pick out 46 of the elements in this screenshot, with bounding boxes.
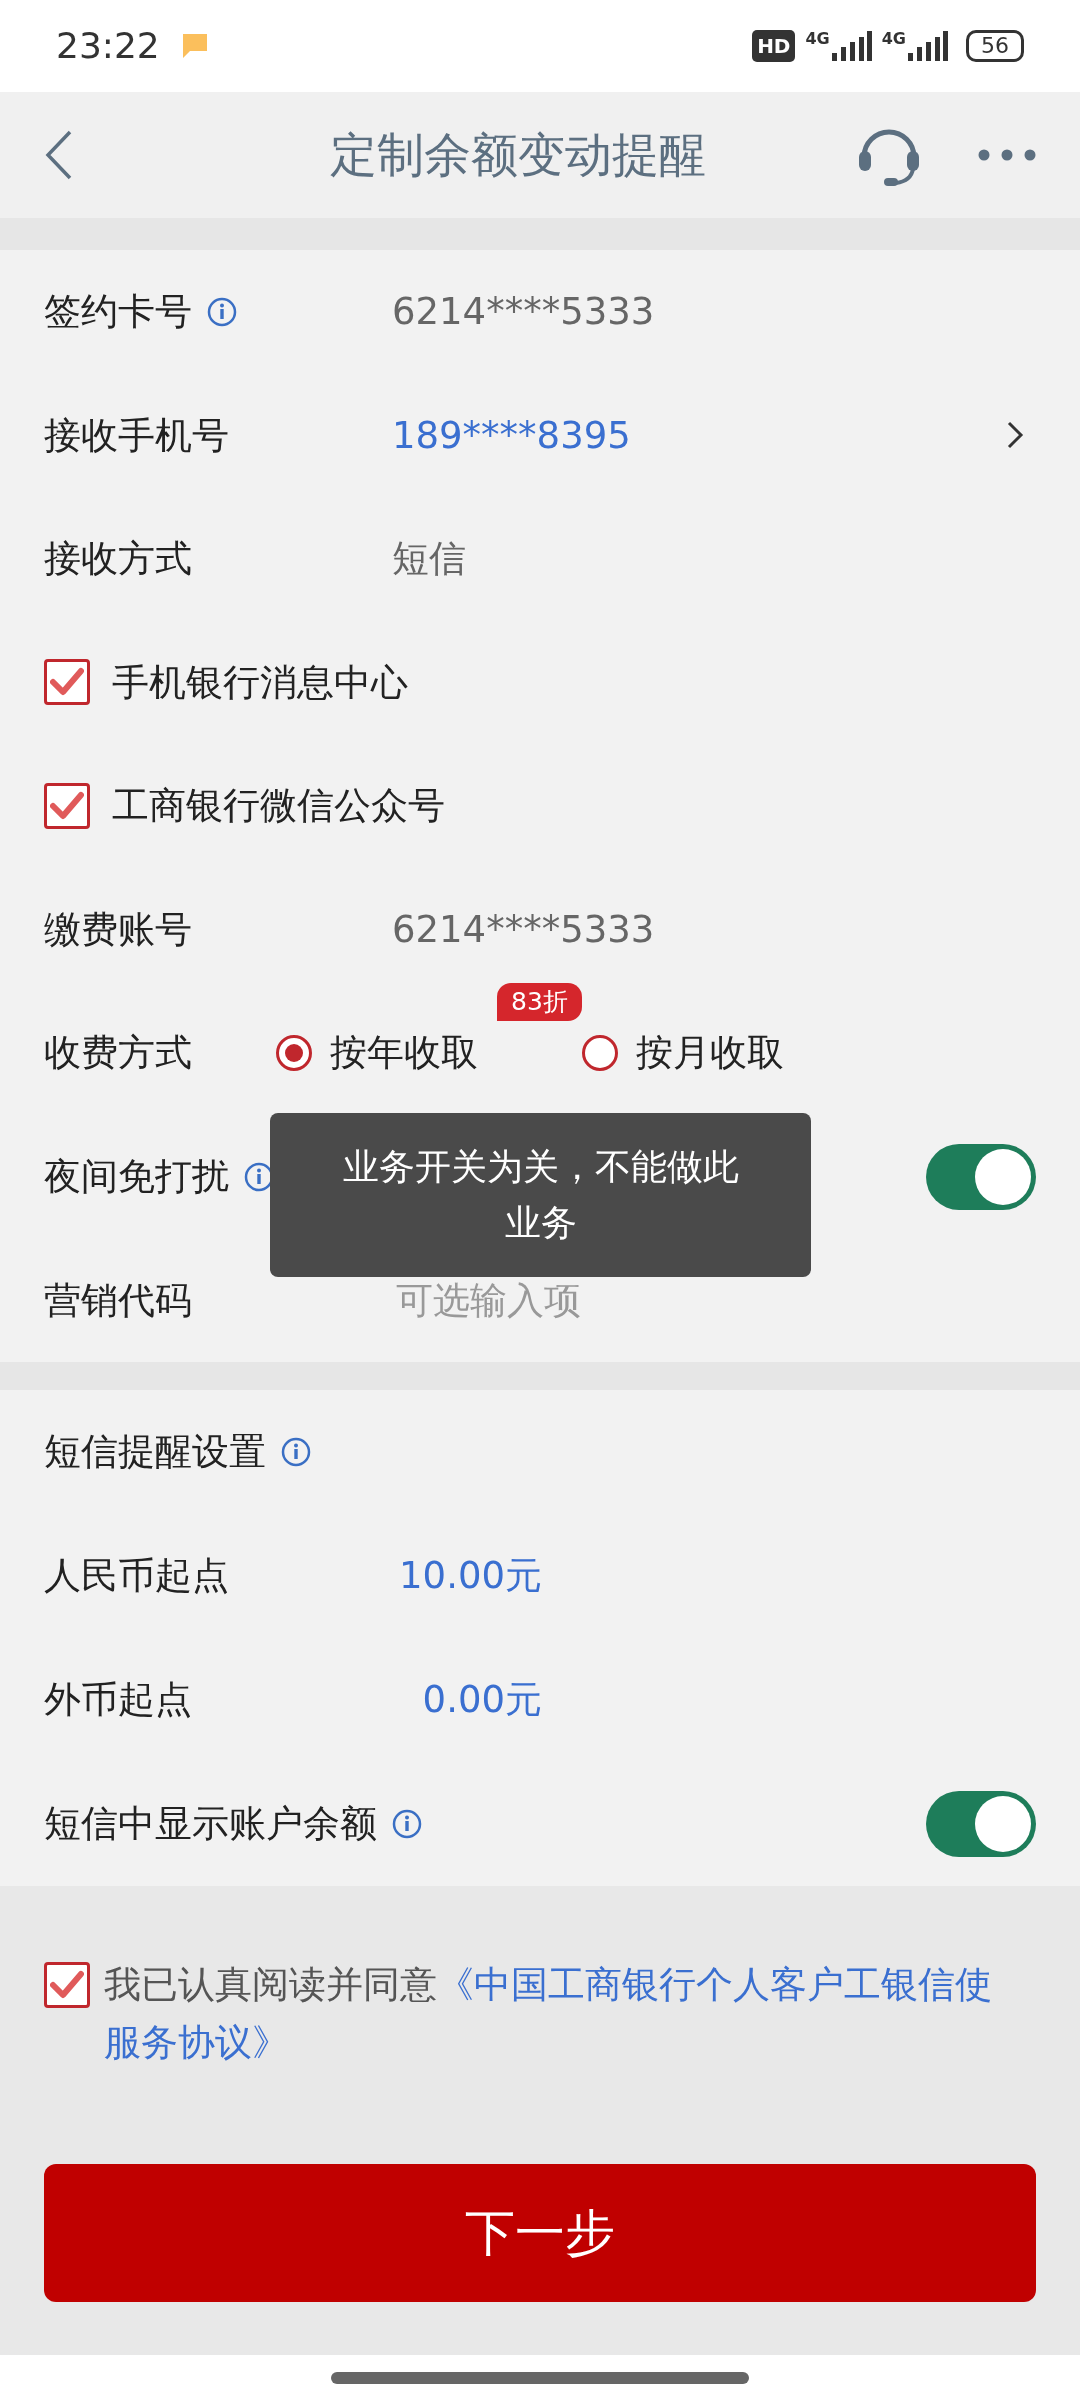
field-label: 人民币起点: [44, 1553, 229, 1600]
page-title: 定制余额变动提醒: [330, 125, 706, 184]
radio-label[interactable]: 按月收取: [636, 1025, 784, 1081]
status-time: 23:22: [56, 24, 160, 68]
notice-toast: 业务开关为关，不能做此业务: [270, 1113, 811, 1277]
more-icon[interactable]: [978, 149, 1036, 161]
field-label: 接收手机号: [44, 412, 229, 459]
signal-icon: [908, 31, 948, 61]
network-label: 4G: [805, 31, 830, 47]
phone-number[interactable]: 189****8395: [392, 407, 631, 464]
chevron-right-icon[interactable]: [1006, 420, 1024, 451]
checkbox-label[interactable]: 手机银行消息中心: [112, 654, 408, 711]
checkbox[interactable]: [44, 659, 90, 706]
home-indicator[interactable]: [331, 2371, 749, 2384]
field-label: 营销代码: [44, 1277, 192, 1324]
notification-icon: [181, 33, 208, 59]
discount-badge: 83折: [497, 983, 582, 1022]
radio-button[interactable]: [276, 1035, 312, 1072]
battery-indicator: 56: [966, 30, 1024, 62]
field-value: 6214****5333: [392, 906, 655, 953]
field-label: 外币起点: [44, 1677, 192, 1724]
field-label: 签约卡号: [44, 289, 192, 336]
field-label: 接收方式: [44, 536, 192, 583]
radio-label[interactable]: 按年收取: [330, 1025, 478, 1081]
next-button[interactable]: 下一步: [44, 2164, 1036, 2302]
field-value: 6214****5333: [392, 289, 655, 336]
field-label: 缴费账号: [44, 906, 192, 953]
network-label: 4G: [881, 31, 906, 47]
field-label: 短信中显示账户余额: [44, 1801, 377, 1848]
checkbox[interactable]: [44, 783, 90, 830]
field-value: 短信: [392, 536, 466, 583]
signal-icon: [831, 31, 872, 61]
checkbox-label[interactable]: 工商银行微信公众号: [112, 778, 445, 834]
field-label: 夜间免打扰: [44, 1153, 229, 1200]
amount-value[interactable]: 0.00元: [422, 1672, 542, 1728]
info-icon[interactable]: [391, 1808, 423, 1840]
amount-value[interactable]: 10.00元: [399, 1548, 542, 1604]
radio-button[interactable]: [582, 1035, 618, 1072]
info-icon[interactable]: [280, 1436, 312, 1468]
field-label: 收费方式: [44, 1030, 192, 1077]
hd-badge: HD: [752, 30, 796, 62]
checkbox[interactable]: [44, 1962, 90, 2008]
agreement-text: 我已认真阅读并同意《中国工商银行个人客户工银信使服务协议》: [104, 1962, 993, 2066]
info-icon[interactable]: [206, 295, 238, 328]
section-title: 短信提醒设置: [44, 1429, 266, 1476]
back-icon[interactable]: [44, 129, 74, 181]
